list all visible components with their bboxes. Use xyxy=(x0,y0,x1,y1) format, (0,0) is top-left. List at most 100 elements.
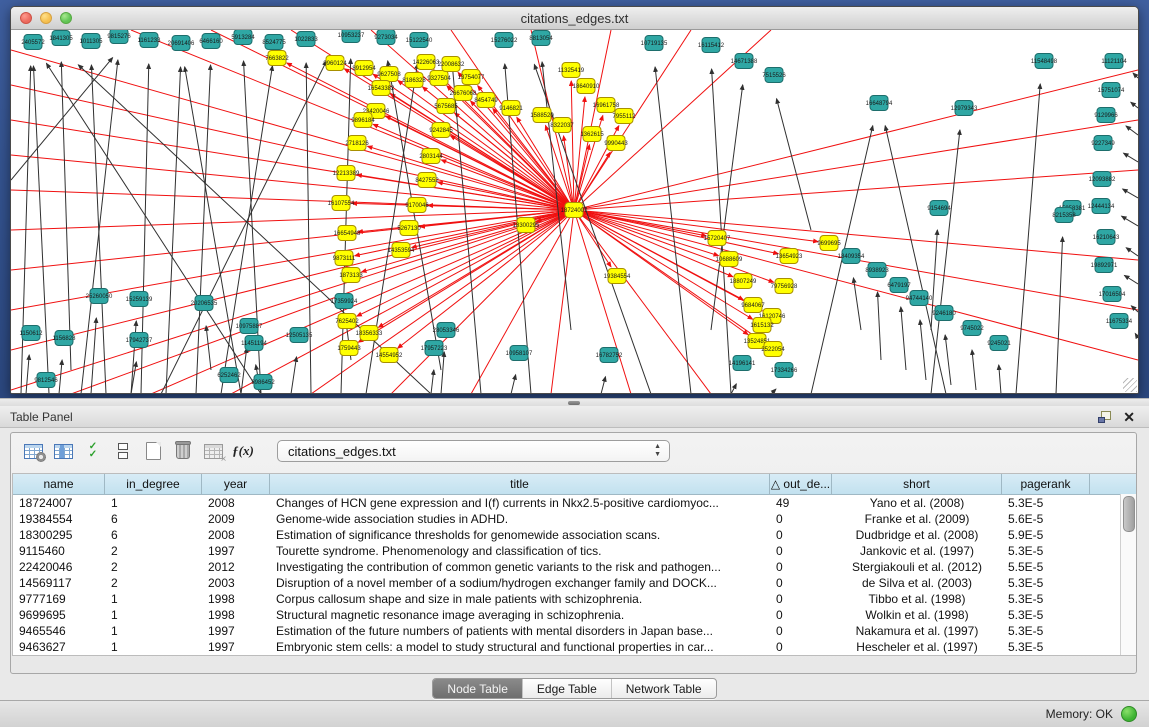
graph-node-14671388[interactable]: 14671388 xyxy=(731,54,758,69)
table-cell[interactable]: 1 xyxy=(105,623,202,639)
graph-node-22008632[interactable]: 22008632 xyxy=(438,57,465,72)
graph-node-11325419[interactable]: 11325419 xyxy=(558,63,585,78)
graph-node-9245021[interactable]: 9245021 xyxy=(987,336,1011,351)
graph-node-9227349[interactable]: 9227349 xyxy=(1091,136,1115,151)
table-cell[interactable]: 5.5E-5 xyxy=(1002,559,1090,575)
table-cell[interactable]: 0 xyxy=(770,607,832,623)
table-settings-button[interactable] xyxy=(21,439,45,463)
table-cell[interactable]: Tibbo et al. (1998) xyxy=(832,591,1002,607)
graph-edge[interactable] xyxy=(885,126,946,393)
graph-node-9627508[interactable]: 9627508 xyxy=(377,67,401,82)
graph-node-1161233[interactable]: 1161233 xyxy=(138,33,162,48)
graph-node-8215358[interactable]: 8215358 xyxy=(1052,208,1076,223)
graph-node-12444134[interactable]: 12444134 xyxy=(1088,199,1115,214)
table-cell[interactable]: Disruption of a novel member of a sodium… xyxy=(270,575,770,591)
table-cell[interactable]: 1 xyxy=(105,639,202,655)
graph-node-1150612[interactable]: 1150612 xyxy=(20,326,44,341)
table-cell[interactable]: 49 xyxy=(770,495,832,511)
graph-node-1873133[interactable]: 1873133 xyxy=(339,268,363,283)
graph-edge[interactable] xyxy=(131,321,136,393)
graph-node-1022833[interactable]: 1022833 xyxy=(294,32,318,47)
graph-edge[interactable] xyxy=(551,210,574,393)
table-cell[interactable]: 5.3E-5 xyxy=(1002,639,1090,655)
graph-node-10958107[interactable]: 10958107 xyxy=(506,346,533,361)
column-header-6[interactable]: pagerank xyxy=(1002,474,1090,494)
graph-edge[interactable] xyxy=(306,63,311,393)
table-cell[interactable]: 0 xyxy=(770,559,832,575)
graph-node-12505135[interactable]: 12505135 xyxy=(286,328,313,343)
close-panel-icon[interactable]: ✕ xyxy=(1123,411,1135,423)
column-header-3[interactable]: title xyxy=(270,474,770,494)
graph-node-1156828[interactable]: 1156828 xyxy=(53,331,77,346)
graph-node-1011305[interactable]: 1011305 xyxy=(80,34,104,49)
graph-edge[interactable] xyxy=(1122,216,1138,226)
graph-node-16782752[interactable]: 16782752 xyxy=(596,348,623,363)
graph-edge[interactable] xyxy=(91,65,106,393)
graph-edge[interactable] xyxy=(574,30,611,210)
table-cell[interactable]: Franke et al. (2009) xyxy=(832,511,1002,527)
graph-node-16107554[interactable]: 16107554 xyxy=(328,196,355,211)
graph-edge[interactable] xyxy=(920,320,926,380)
graph-node-2522054[interactable]: 2522054 xyxy=(761,342,785,357)
graph-node-15276022[interactable]: 15276022 xyxy=(491,33,518,48)
graph-edge[interactable] xyxy=(166,67,181,393)
graph-edge[interactable] xyxy=(711,85,743,330)
graph-edge[interactable] xyxy=(368,146,574,210)
graph-node-9129966[interactable]: 9129966 xyxy=(1094,108,1118,123)
table-cell[interactable]: 2008 xyxy=(202,495,270,511)
table-cell[interactable]: Estimation of the future numbers of pati… xyxy=(270,623,770,639)
table-cell[interactable]: 0 xyxy=(770,527,832,543)
table-cell[interactable]: 2009 xyxy=(202,511,270,527)
graph-node-94744140[interactable]: 94744140 xyxy=(906,291,933,306)
table-cell[interactable]: 2012 xyxy=(202,559,270,575)
table-cell[interactable]: 5.3E-5 xyxy=(1002,623,1090,639)
graph-node-10719135[interactable]: 10719135 xyxy=(641,36,668,51)
table-cell[interactable]: 2 xyxy=(105,543,202,559)
table-cell[interactable]: 22420046 xyxy=(13,559,105,575)
graph-edge[interactable] xyxy=(1056,237,1063,393)
graph-node-8524775[interactable]: 8524775 xyxy=(262,35,286,50)
tab-edge-table[interactable]: Edge Table xyxy=(523,679,612,698)
graph-node-7515526[interactable]: 7515526 xyxy=(762,68,786,83)
table-cell[interactable]: Wolkin et al. (1998) xyxy=(832,607,1002,623)
table-cell[interactable]: 5.3E-5 xyxy=(1002,591,1090,607)
graph-node-12093882[interactable]: 12093882 xyxy=(1089,172,1116,187)
graph-node-6479197[interactable]: 6479197 xyxy=(887,278,911,293)
table-cell[interactable]: 9465546 xyxy=(13,623,105,639)
table-row[interactable]: 946362711997Embryonic stem cells: a mode… xyxy=(13,639,1136,655)
graph-node-11451194[interactable]: 11451194 xyxy=(241,336,267,351)
table-cell[interactable]: 1997 xyxy=(202,639,270,655)
graph-node-19892971[interactable]: 19892971 xyxy=(1091,258,1118,273)
graph-node-11675334[interactable]: 11675334 xyxy=(1106,314,1133,329)
graph-edge[interactable] xyxy=(291,357,297,393)
table-cell[interactable]: Corpus callosum shape and size in male p… xyxy=(270,591,770,607)
table-cell[interactable]: 5.6E-5 xyxy=(1002,511,1090,527)
table-cell[interactable]: 1998 xyxy=(202,591,270,607)
graph-edge[interactable] xyxy=(601,377,605,393)
table-cell[interactable]: 0 xyxy=(770,543,832,559)
graph-node-1841305[interactable]: 1841305 xyxy=(49,31,73,46)
graph-edge[interactable] xyxy=(59,360,62,393)
graph-edge[interactable] xyxy=(431,370,434,393)
graph-node-28053346[interactable]: 28053346 xyxy=(433,323,460,338)
graph-node-16654948[interactable]: 16654948 xyxy=(334,226,361,241)
graph-node-15720407[interactable]: 15720407 xyxy=(704,231,731,246)
graph-node-8186328[interactable]: 8186328 xyxy=(402,73,426,88)
graph-node-9745022[interactable]: 9745022 xyxy=(960,321,984,336)
graph-node-11121104[interactable]: 11121104 xyxy=(1101,54,1127,69)
graph-node-8322037[interactable]: 8322037 xyxy=(550,118,574,133)
graph-edge[interactable] xyxy=(450,136,574,210)
table-cell[interactable]: 1997 xyxy=(202,543,270,559)
graph-node-5267130[interactable]: 5267130 xyxy=(397,221,421,236)
table-cell[interactable]: 9699695 xyxy=(13,607,105,623)
graph-node-9154694[interactable]: 9154694 xyxy=(927,201,951,216)
splitter-handle[interactable] xyxy=(568,401,580,405)
graph-node-17016504[interactable]: 17016504 xyxy=(1099,287,1126,302)
table-cell[interactable]: 1 xyxy=(105,495,202,511)
graph-node-10953237[interactable]: 10953237 xyxy=(338,30,365,43)
column-header-5[interactable]: short xyxy=(832,474,1002,494)
graph-node-5913284[interactable]: 5913284 xyxy=(231,30,255,45)
graph-edge[interactable] xyxy=(945,335,951,385)
table-cell[interactable]: 1 xyxy=(105,591,202,607)
graph-edge[interactable] xyxy=(1016,84,1040,393)
